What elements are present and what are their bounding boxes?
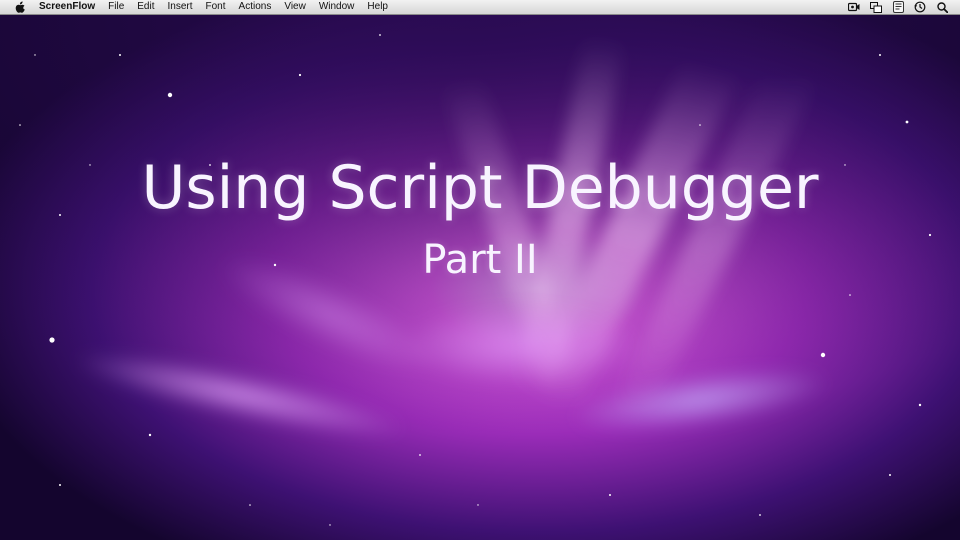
- menu-app-name[interactable]: ScreenFlow: [39, 0, 95, 14]
- script-menu-icon[interactable]: [892, 1, 904, 13]
- menu-file[interactable]: File: [108, 0, 124, 14]
- screen: ScreenFlow File Edit Insert Font Actions…: [0, 0, 960, 540]
- slide-subtitle: Part II: [422, 237, 538, 283]
- menu-help[interactable]: Help: [367, 0, 388, 14]
- menu-window[interactable]: Window: [319, 0, 355, 14]
- menu-bar: ScreenFlow File Edit Insert Font Actions…: [0, 0, 960, 15]
- screen-recorder-icon[interactable]: [848, 1, 860, 13]
- menu-insert[interactable]: Insert: [168, 0, 193, 14]
- spotlight-search-icon[interactable]: [936, 1, 948, 13]
- menu-view[interactable]: View: [284, 0, 306, 14]
- desktop-wallpaper: Using Script Debugger Part II: [0, 15, 960, 540]
- menu-extras: [838, 0, 948, 14]
- menu-actions[interactable]: Actions: [239, 0, 272, 14]
- slide-title: Using Script Debugger: [141, 153, 819, 223]
- apple-menu-icon[interactable]: [13, 0, 27, 14]
- menu-font[interactable]: Font: [206, 0, 226, 14]
- menu-edit[interactable]: Edit: [137, 0, 154, 14]
- window-switch-icon[interactable]: [870, 1, 882, 13]
- time-machine-icon[interactable]: [914, 1, 926, 13]
